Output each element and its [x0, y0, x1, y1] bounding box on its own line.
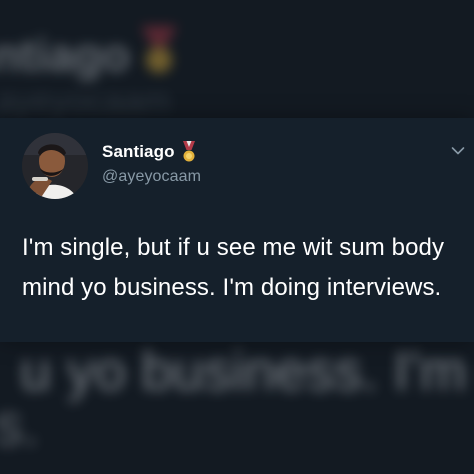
medal-icon [182, 141, 195, 162]
chevron-down-icon[interactable] [451, 146, 465, 156]
display-name[interactable]: Santiago [102, 142, 175, 162]
blurred-text-line: u yo business. I'm doing [20, 339, 474, 402]
avatar[interactable] [22, 133, 88, 199]
username-handle[interactable]: @ayeyocaam [102, 168, 201, 186]
blurred-display-name: ntiago [0, 29, 130, 81]
blurred-text-tail: s. [0, 393, 40, 458]
tweet-card[interactable]: Santiago @ayeyocaam I'm single, but if u… [0, 118, 474, 342]
user-identity: Santiago [102, 141, 197, 163]
blurred-handle: ayeyocaam [0, 82, 171, 120]
tweet-text: I'm single, but if u see me wit sum body… [22, 234, 445, 301]
profile-photo [22, 133, 88, 199]
blurred-medal-icon [141, 26, 177, 73]
